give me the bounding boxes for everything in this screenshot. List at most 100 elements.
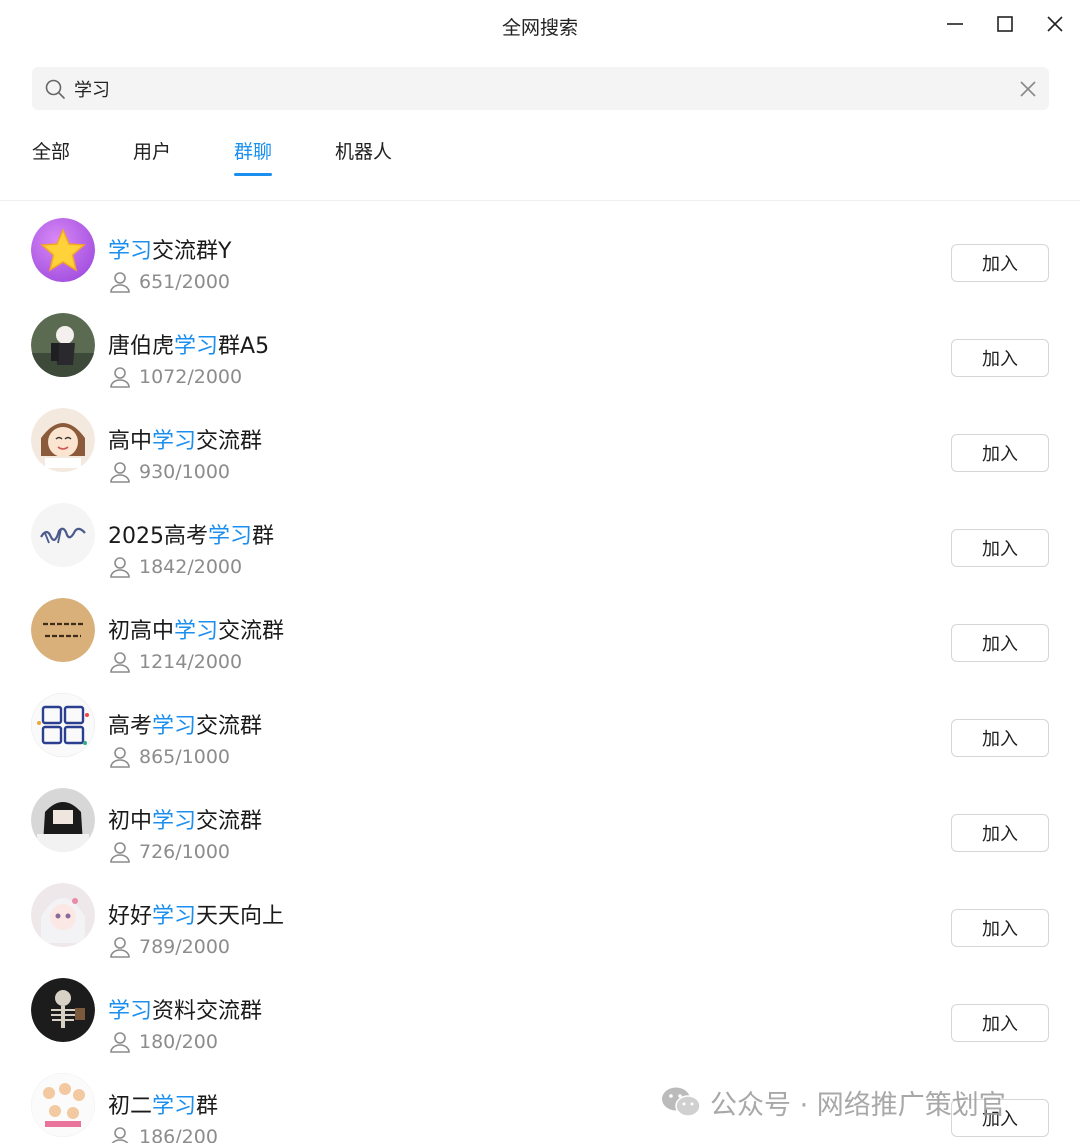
group-name: 初高中学习交流群 bbox=[108, 613, 284, 645]
search-icon bbox=[45, 79, 65, 99]
group-name: 高考学习交流群 bbox=[108, 708, 262, 740]
group-name: 唐伯虎学习群A5 bbox=[108, 328, 269, 360]
member-count: 1072/2000 bbox=[139, 366, 243, 388]
member-count-icon bbox=[110, 747, 130, 768]
search-keyword-highlight: 学习 bbox=[152, 429, 197, 454]
group-name-part: 交流群Y bbox=[152, 239, 232, 264]
group-name: 好好学习天天向上 bbox=[108, 898, 284, 930]
group-result-row[interactable]: 好好学习天天向上 789/2000 加入 bbox=[0, 866, 1080, 961]
join-group-button[interactable]: 加入 bbox=[951, 909, 1049, 947]
group-name-part: 群 bbox=[196, 1094, 219, 1119]
close-button[interactable] bbox=[1037, 8, 1073, 40]
join-group-button[interactable]: 加入 bbox=[951, 434, 1049, 472]
member-count: 930/1000 bbox=[139, 461, 231, 483]
group-result-row[interactable]: 唐伯虎学习群A5 1072/2000 加入 bbox=[0, 296, 1080, 391]
group-result-row[interactable]: 高中学习交流群 930/1000 加入 bbox=[0, 391, 1080, 486]
group-name-part: 交流群 bbox=[196, 809, 263, 834]
title-bar: 全网搜索 bbox=[0, 0, 1080, 50]
group-name-part: 高考 bbox=[108, 714, 153, 739]
member-info: 789/2000 bbox=[108, 934, 230, 960]
member-info: 1072/2000 bbox=[108, 364, 242, 390]
group-name-part: 2025高考 bbox=[108, 524, 208, 549]
group-result-row[interactable]: 高考学习交流群 865/1000 加入 bbox=[0, 676, 1080, 771]
member-count: 651/2000 bbox=[139, 271, 231, 293]
join-group-button[interactable]: 加入 bbox=[951, 1004, 1049, 1042]
search-keyword-highlight: 学习 bbox=[174, 619, 219, 644]
group-name: 学习交流群Y bbox=[108, 233, 231, 265]
group-result-row[interactable]: 学习资料交流群 180/200 加入 bbox=[0, 961, 1080, 1056]
smile-avatar bbox=[31, 408, 95, 472]
group-name-part: 群A5 bbox=[218, 334, 270, 359]
member-count-icon bbox=[110, 367, 130, 388]
group-result-row[interactable]: 学习交流群Y 651/2000 加入 bbox=[0, 201, 1080, 296]
group-name-part: 资料交流群 bbox=[152, 999, 263, 1024]
anime-avatar bbox=[31, 313, 95, 377]
group-name-part: 高中 bbox=[108, 429, 153, 454]
join-group-button[interactable]: 加入 bbox=[951, 339, 1049, 377]
group-result-row[interactable]: 初高中学习交流群 1214/2000 加入 bbox=[0, 581, 1080, 676]
search-input[interactable] bbox=[74, 67, 1014, 110]
join-group-button[interactable]: 加入 bbox=[951, 719, 1049, 757]
join-group-button[interactable]: 加入 bbox=[951, 529, 1049, 567]
member-count: 186/200 bbox=[139, 1126, 218, 1143]
join-group-button[interactable]: 加入 bbox=[951, 1099, 1049, 1137]
search-keyword-highlight: 学习 bbox=[108, 999, 153, 1024]
member-count-icon bbox=[110, 937, 130, 958]
group-name-part: 交流群 bbox=[196, 714, 263, 739]
member-info: 180/200 bbox=[108, 1029, 218, 1055]
search-keyword-highlight: 学习 bbox=[152, 714, 197, 739]
doll-avatar bbox=[31, 883, 95, 947]
member-info: 865/1000 bbox=[108, 744, 230, 770]
minimize-icon bbox=[947, 23, 963, 25]
group-name: 学习资料交流群 bbox=[108, 993, 262, 1025]
tab-users[interactable]: 用户 bbox=[133, 138, 171, 176]
group-name: 初二学习群 bbox=[108, 1088, 218, 1120]
skeleton-avatar bbox=[31, 978, 95, 1042]
member-info: 1842/2000 bbox=[108, 554, 242, 580]
member-count: 180/200 bbox=[139, 1031, 218, 1053]
member-count: 1214/2000 bbox=[139, 651, 243, 673]
member-count-icon bbox=[110, 652, 130, 673]
jinbang-avatar bbox=[31, 693, 95, 757]
member-count: 789/2000 bbox=[139, 936, 231, 958]
group-name-part: 交流群 bbox=[196, 429, 263, 454]
group-result-row[interactable]: 2025高考学习群 1842/2000 加入 bbox=[0, 486, 1080, 581]
tab-bots[interactable]: 机器人 bbox=[335, 138, 392, 176]
group-result-row[interactable]: 初二学习群 186/200 加入 bbox=[0, 1056, 1080, 1143]
window-title: 全网搜索 bbox=[501, 17, 578, 39]
search-keyword-highlight: 学习 bbox=[152, 1094, 197, 1119]
clear-search-icon[interactable] bbox=[1017, 78, 1039, 100]
group-name-part: 天天向上 bbox=[196, 904, 285, 929]
sticker-avatar bbox=[31, 1073, 95, 1137]
join-group-button[interactable]: 加入 bbox=[951, 244, 1049, 282]
member-count-icon bbox=[111, 1127, 129, 1143]
group-name-part: 初中 bbox=[108, 809, 153, 834]
maximize-button[interactable] bbox=[987, 8, 1023, 40]
group-name: 2025高考学习群 bbox=[108, 518, 274, 550]
group-name-part: 唐伯虎 bbox=[108, 334, 175, 359]
member-info: 651/2000 bbox=[108, 269, 230, 295]
calligraphy-avatar bbox=[31, 503, 95, 567]
member-count: 865/1000 bbox=[139, 746, 231, 768]
search-keyword-highlight: 学习 bbox=[108, 239, 153, 264]
member-info: 726/1000 bbox=[108, 839, 230, 865]
join-group-button[interactable]: 加入 bbox=[951, 624, 1049, 662]
tab-groups[interactable]: 群聊 bbox=[234, 138, 273, 176]
girl-avatar bbox=[31, 788, 95, 852]
group-name-part: 好好 bbox=[108, 904, 153, 929]
maximize-icon bbox=[997, 16, 1013, 32]
group-result-row[interactable]: 初中学习交流群 726/1000 加入 bbox=[0, 771, 1080, 866]
star-avatar bbox=[31, 218, 95, 282]
paper-avatar bbox=[31, 598, 95, 662]
search-keyword-highlight: 学习 bbox=[152, 904, 197, 929]
group-name-part: 初高中 bbox=[108, 619, 175, 644]
tab-all[interactable]: 全部 bbox=[32, 138, 70, 176]
search-box bbox=[32, 67, 1049, 110]
member-count-icon bbox=[110, 842, 130, 863]
member-count-icon bbox=[110, 462, 130, 483]
member-count-icon bbox=[110, 557, 130, 578]
minimize-button[interactable] bbox=[937, 8, 973, 40]
group-name: 初中学习交流群 bbox=[108, 803, 262, 835]
join-group-button[interactable]: 加入 bbox=[951, 814, 1049, 852]
group-name-part: 交流群 bbox=[218, 619, 285, 644]
